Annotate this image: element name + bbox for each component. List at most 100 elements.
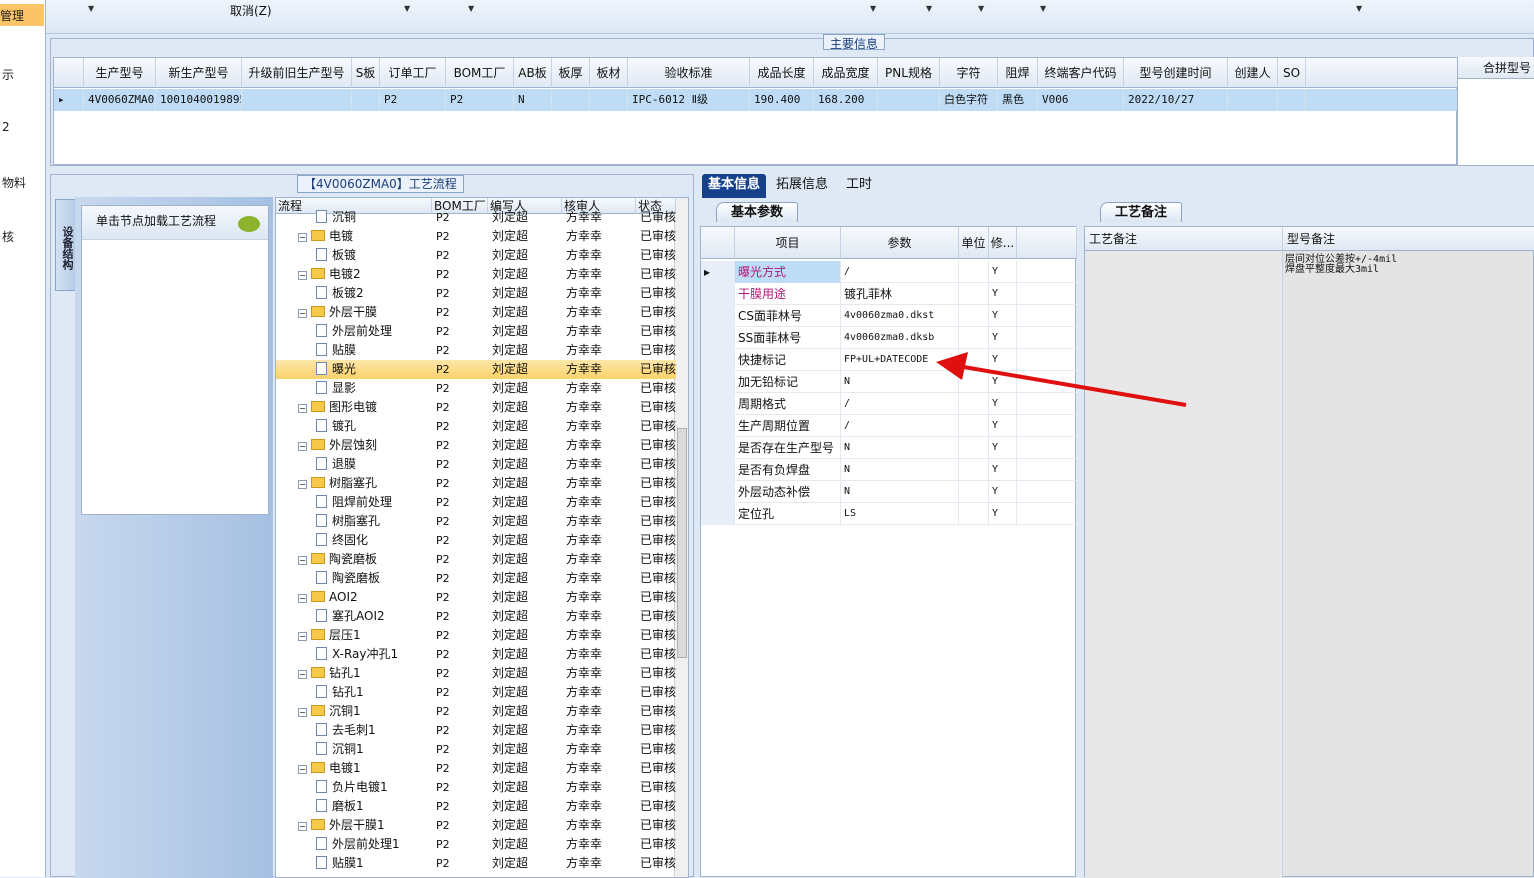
tree-row[interactable]: − 电镀1 P2 刘定超 方幸幸 已审核: [276, 759, 676, 778]
tree-row[interactable]: 阻焊前处理 P2 刘定超 方幸幸 已审核: [276, 493, 676, 512]
table-cell[interactable]: 168.200: [814, 89, 878, 111]
column-header[interactable]: SO: [1278, 58, 1306, 88]
table-cell[interactable]: [552, 89, 590, 111]
column-header[interactable]: 终端客户代码: [1038, 58, 1124, 88]
param-unit[interactable]: [959, 371, 989, 393]
side-tab-equipment[interactable]: 设备结构: [55, 199, 75, 291]
collapse-icon[interactable]: −: [298, 271, 307, 280]
tree-row[interactable]: 贴膜1 P2 刘定超 方幸幸 已审核: [276, 854, 676, 873]
tree-row[interactable]: 负片电镀1 P2 刘定超 方幸幸 已审核: [276, 778, 676, 797]
tree-node-label[interactable]: 退膜: [332, 457, 356, 471]
tree-row[interactable]: − 外层干膜 P2 刘定超 方幸幸 已审核: [276, 303, 676, 322]
param-unit[interactable]: [959, 393, 989, 415]
column-header[interactable]: 阻焊: [998, 58, 1038, 88]
tree-node-label[interactable]: 外层干膜1: [329, 818, 385, 832]
param-unit[interactable]: [959, 481, 989, 503]
collapse-icon[interactable]: −: [298, 309, 307, 318]
collapse-icon[interactable]: −: [298, 822, 307, 831]
tree-node-label[interactable]: 外层蚀刻: [329, 438, 377, 452]
tree-row[interactable]: − 图形电镀 P2 刘定超 方幸幸 已审核: [276, 398, 676, 417]
param-modifiable[interactable]: Y: [989, 349, 1017, 371]
collapse-icon[interactable]: −: [298, 233, 307, 242]
dropdown-arrow-icon[interactable]: ▼: [926, 4, 932, 13]
param-modifiable[interactable]: Y: [989, 261, 1017, 283]
param-value[interactable]: 镀孔菲林: [841, 283, 959, 305]
tree-node-label[interactable]: 树脂塞孔: [329, 476, 377, 490]
tree-row[interactable]: − AOI2 P2 刘定超 方幸幸 已审核: [276, 588, 676, 607]
tree-row[interactable]: 外层前处理 P2 刘定超 方幸幸 已审核: [276, 322, 676, 341]
table-cell[interactable]: 黑色: [998, 89, 1038, 111]
tree-row[interactable]: − 电镀 P2 刘定超 方幸幸 已审核: [276, 227, 676, 246]
tree-node-label[interactable]: 钻孔1: [332, 685, 364, 699]
param-unit[interactable]: [959, 437, 989, 459]
param-unit[interactable]: [959, 415, 989, 437]
param-modifiable[interactable]: Y: [989, 305, 1017, 327]
table-cell[interactable]: 2022/10/27: [1124, 89, 1228, 111]
tree-node-label[interactable]: 负片电镀1: [332, 780, 388, 794]
param-modifiable[interactable]: Y: [989, 283, 1017, 305]
table-cell[interactable]: V006: [1038, 89, 1124, 111]
params-row[interactable]: 是否有负焊盘 N Y: [701, 459, 1077, 481]
tree-row[interactable]: − 树脂塞孔 P2 刘定超 方幸幸 已审核: [276, 474, 676, 493]
collapse-icon[interactable]: −: [298, 632, 307, 641]
params-column-header[interactable]: 项目: [735, 227, 841, 259]
tree-node-label[interactable]: 镀孔: [332, 419, 356, 433]
params-row[interactable]: 生产周期位置 / Y: [701, 415, 1077, 437]
tree-node-label[interactable]: 贴膜: [332, 343, 356, 357]
table-cell[interactable]: [242, 89, 352, 111]
tree-row[interactable]: − 电镀2 P2 刘定超 方幸幸 已审核: [276, 265, 676, 284]
param-value[interactable]: /: [841, 415, 959, 437]
table-cell[interactable]: 10010400198950: [156, 89, 242, 111]
tree-node-label[interactable]: 沉铜1: [332, 742, 364, 756]
params-column-header[interactable]: 单位: [959, 227, 989, 259]
tree-row[interactable]: − 层压1 P2 刘定超 方幸幸 已审核: [276, 626, 676, 645]
params-row[interactable]: 定位孔 LS Y: [701, 503, 1077, 525]
tree-row[interactable]: 沉铜 P2 刘定超 方幸幸 已审核: [276, 208, 676, 227]
tree-row[interactable]: 外层前处理1 P2 刘定超 方幸幸 已审核: [276, 835, 676, 854]
dropdown-arrow-icon[interactable]: ▼: [1356, 4, 1362, 13]
tree-node-label[interactable]: 树脂塞孔: [332, 514, 380, 528]
table-cell[interactable]: 白色字符: [940, 89, 998, 111]
params-row[interactable]: 加无铅标记 N Y: [701, 371, 1077, 393]
params-column-header[interactable]: 修...: [989, 227, 1017, 259]
tree-node-label[interactable]: AOI2: [329, 590, 358, 604]
tree-node-label[interactable]: 图形电镀: [329, 400, 377, 414]
nav-item-4[interactable]: 核: [2, 228, 14, 245]
param-value[interactable]: /: [841, 261, 959, 283]
tree-row[interactable]: 曝光 P2 刘定超 方幸幸 已审核: [276, 360, 676, 379]
param-unit[interactable]: [959, 283, 989, 305]
column-header[interactable]: 升级前旧生产型号: [242, 58, 352, 88]
tab-work-hours[interactable]: 工时: [840, 174, 878, 198]
param-modifiable[interactable]: Y: [989, 481, 1017, 503]
table-cell[interactable]: 190.400: [750, 89, 814, 111]
tree-node-label[interactable]: 陶瓷磨板: [329, 552, 377, 566]
column-header[interactable]: BOM工厂: [446, 58, 514, 88]
nav-item-1[interactable]: 示: [2, 66, 14, 83]
collapse-icon[interactable]: −: [298, 670, 307, 679]
table-cell[interactable]: [352, 89, 380, 111]
table-cell[interactable]: 4V0060ZMA0: [84, 89, 156, 111]
params-column-header[interactable]: 参数: [841, 227, 959, 259]
tree-node-label[interactable]: 阻焊前处理: [332, 495, 392, 509]
column-header[interactable]: 字符: [940, 58, 998, 88]
tree-node-label[interactable]: 电镀: [329, 229, 353, 243]
dropdown-arrow-icon[interactable]: ▼: [88, 4, 94, 13]
tree-node-label[interactable]: 终固化: [332, 533, 368, 547]
tree-row[interactable]: 显影 P2 刘定超 方幸幸 已审核: [276, 379, 676, 398]
tree-node-label[interactable]: 电镀1: [329, 761, 361, 775]
dropdown-arrow-icon[interactable]: ▼: [978, 4, 984, 13]
tree-node-label[interactable]: 磨板1: [332, 799, 364, 813]
param-modifiable[interactable]: Y: [989, 503, 1017, 525]
params-row[interactable]: 是否存在生产型号 N Y: [701, 437, 1077, 459]
table-cell[interactable]: N: [514, 89, 552, 111]
tree-node-label[interactable]: 外层前处理: [332, 324, 392, 338]
tree-node-label[interactable]: 陶瓷磨板: [332, 571, 380, 585]
tree-node-label[interactable]: 外层干膜: [329, 305, 377, 319]
collapse-icon[interactable]: −: [298, 480, 307, 489]
tree-row[interactable]: X-Ray冲孔1 P2 刘定超 方幸幸 已审核: [276, 645, 676, 664]
column-header[interactable]: 新生产型号: [156, 58, 242, 88]
table-cell[interactable]: P2: [380, 89, 446, 111]
param-value[interactable]: LS: [841, 503, 959, 525]
tree-node-label[interactable]: 外层前处理1: [332, 837, 400, 851]
column-header[interactable]: 订单工厂: [380, 58, 446, 88]
